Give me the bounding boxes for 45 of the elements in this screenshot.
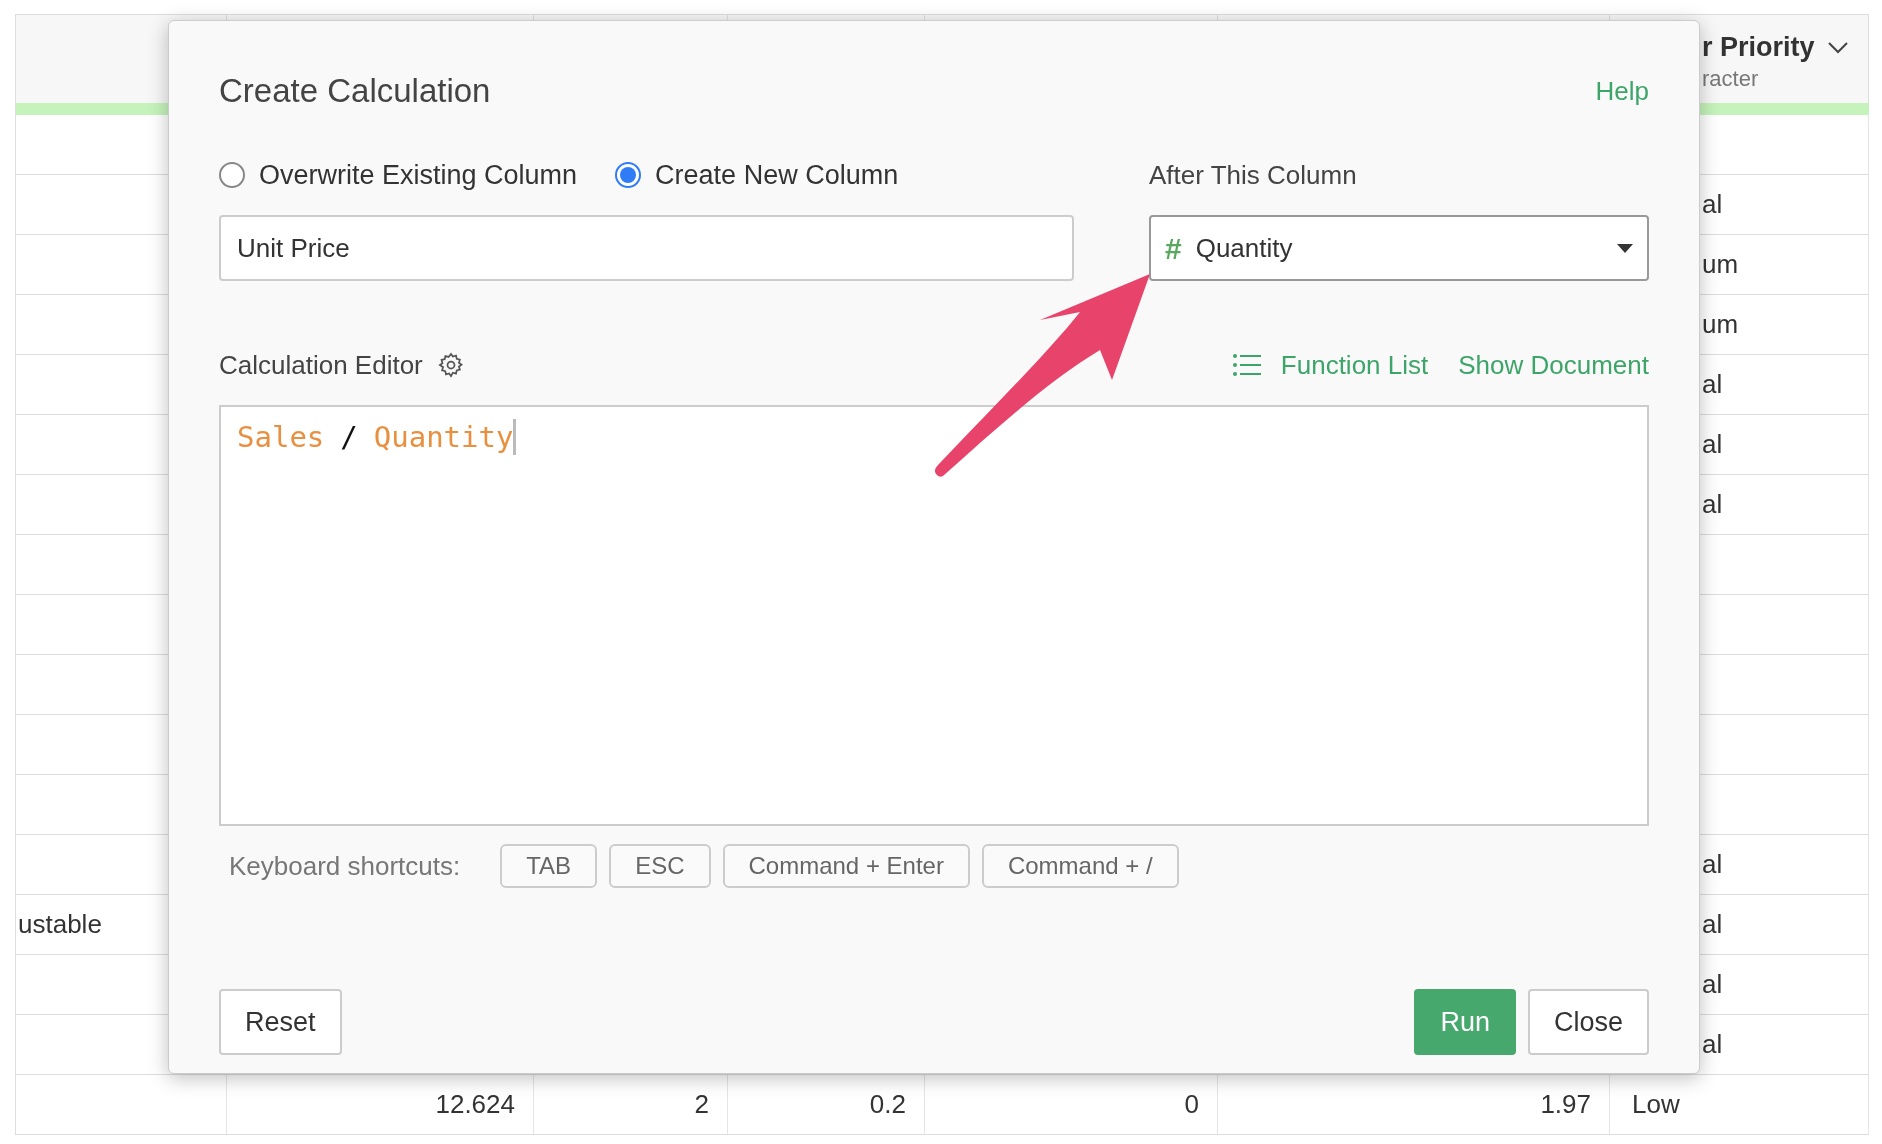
text-cursor: [513, 419, 517, 455]
caret-icon[interactable]: [1617, 243, 1633, 253]
radio-label: Create New Column: [655, 158, 899, 192]
table-cell-text: um: [1702, 248, 1739, 281]
dialog-title: Create Calculation: [219, 71, 491, 112]
code-editor[interactable]: Sales / Quantity: [219, 405, 1649, 826]
list-icon: [1232, 354, 1261, 376]
type-glyph: #: [1165, 230, 1182, 267]
dialog-button[interactable]: Close: [1527, 989, 1649, 1055]
radio-label: Overwrite Existing Column: [259, 158, 578, 192]
column-dropdown[interactable]: # Quantity: [1149, 215, 1649, 281]
table-cell-text: al: [1702, 908, 1723, 941]
table-cell-text: um: [1702, 308, 1739, 341]
table-cell-text: 0: [1184, 1088, 1199, 1121]
settings-icon[interactable]: [436, 351, 465, 379]
column-type: racter: [1702, 64, 1760, 93]
table-cell-text: 12.624: [435, 1088, 515, 1121]
field-label: After This Column: [1149, 158, 1357, 192]
shortcut-key: TAB: [500, 844, 598, 888]
shortcut-key: Command + Enter: [722, 844, 970, 888]
shortcut-key: ESC: [609, 844, 711, 888]
table-cell-text: ustable: [18, 908, 102, 941]
column-name-field[interactable]: Unit Price: [219, 215, 1074, 281]
table-cell-text: 0.2: [869, 1088, 906, 1121]
table-cell-text: 1.97: [1540, 1088, 1591, 1121]
table-cell-text: 2: [694, 1088, 709, 1121]
table-cell-text: al: [1702, 188, 1723, 221]
table-cell-text: al: [1702, 488, 1723, 521]
radio-button[interactable]: [615, 162, 642, 188]
column-title: r Priority: [1702, 31, 1815, 64]
column-token: Sales: [237, 419, 325, 456]
shortcuts-label: Keyboard shortcuts:: [229, 849, 461, 883]
table-cell-text: al: [1702, 368, 1723, 401]
dialog-button[interactable]: Reset: [219, 989, 342, 1055]
table-cell-text: al: [1702, 1028, 1723, 1061]
operator-token: /: [340, 419, 358, 456]
table-cell-text: al: [1702, 968, 1723, 1001]
editor-label: Calculation Editor: [219, 348, 423, 382]
radio-button[interactable]: [219, 162, 245, 188]
column-token: Quantity: [373, 419, 514, 456]
chevron-down-icon[interactable]: [1826, 40, 1849, 55]
table-cell-text: al: [1702, 428, 1723, 461]
table-cell-text: al: [1702, 848, 1723, 881]
shortcut-key: Command + /: [981, 844, 1179, 888]
table-cell-text: Low: [1632, 1088, 1680, 1121]
